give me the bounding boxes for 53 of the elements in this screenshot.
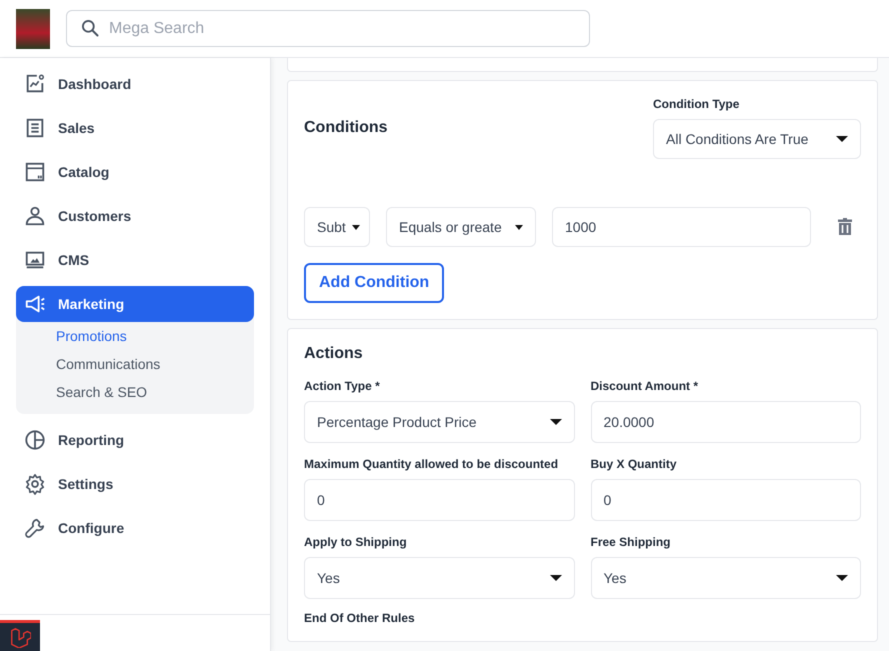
- caret-icon: [836, 136, 848, 142]
- sidebar-item[interactable]: Customers: [16, 198, 254, 234]
- select-field[interactable]: All Conditions Are True: [653, 119, 861, 159]
- submenu-item[interactable]: Search & SEO: [16, 378, 254, 406]
- sidebar-item[interactable]: Dashboard: [16, 66, 254, 102]
- field-label: Maximum Quantity allowed to be discounted: [304, 457, 560, 471]
- pie-chart-icon: [24, 429, 46, 451]
- submenu-item[interactable]: Promotions: [16, 322, 254, 350]
- photo-placeholder: [16, 8, 50, 48]
- add-condition-button[interactable]: Add Condition: [304, 263, 444, 303]
- select-field[interactable]: Equals or greate: [386, 207, 536, 247]
- caret-icon: [550, 575, 562, 581]
- window-icon: [24, 161, 46, 183]
- select-field[interactable]: Yes: [304, 557, 574, 599]
- sidebar-item[interactable]: Marketing: [16, 286, 254, 322]
- field-label: Condition Type: [653, 97, 740, 111]
- input-field[interactable]: 0: [590, 479, 861, 521]
- sidebar-item[interactable]: Sales: [16, 110, 254, 146]
- section-title: Actions: [304, 345, 364, 363]
- user-icon: [24, 205, 46, 227]
- field-label: Buy X Quantity: [590, 457, 678, 471]
- select-field[interactable]: Yes: [590, 557, 861, 599]
- field-label: Free Shipping: [590, 535, 672, 549]
- field-label: End Of Other Rules: [304, 611, 416, 625]
- field-label: Discount Amount *: [590, 379, 700, 393]
- sidebar-item[interactable]: Reporting: [16, 422, 254, 458]
- settings-icon: [24, 473, 46, 495]
- caret-icon: [550, 419, 562, 425]
- caret-icon: [515, 224, 523, 230]
- trash-icon[interactable]: [837, 218, 853, 236]
- sidebar-item[interactable]: Settings: [16, 466, 254, 502]
- logo-tile[interactable]: [0, 620, 40, 651]
- input-field[interactable]: 20.0000: [590, 401, 861, 443]
- sidebar-item[interactable]: Catalog: [16, 154, 254, 190]
- wrench-icon: [24, 517, 46, 539]
- monitor-icon: [24, 249, 46, 271]
- megaphone-icon: [24, 293, 46, 315]
- field-label: Apply to Shipping: [304, 535, 408, 549]
- input-field[interactable]: 1000: [552, 207, 811, 247]
- select-field[interactable]: Percentage Product Price: [304, 401, 574, 443]
- sidebar-item[interactable]: Configure: [16, 510, 254, 546]
- select-field[interactable]: Subt: [304, 207, 370, 247]
- section-title: Conditions: [304, 119, 388, 137]
- caret-icon: [836, 575, 848, 581]
- caret-icon: [352, 224, 360, 230]
- field-label: Action Type *: [304, 379, 381, 393]
- chart-icon: [24, 73, 46, 95]
- input-field[interactable]: 0: [304, 479, 574, 521]
- search-field[interactable]: Mega Search: [66, 10, 590, 47]
- submenu-item[interactable]: Communications: [16, 350, 254, 378]
- document-icon: [24, 117, 46, 139]
- cube-logo-icon: [9, 626, 31, 648]
- sidebar-item[interactable]: CMS: [16, 242, 254, 278]
